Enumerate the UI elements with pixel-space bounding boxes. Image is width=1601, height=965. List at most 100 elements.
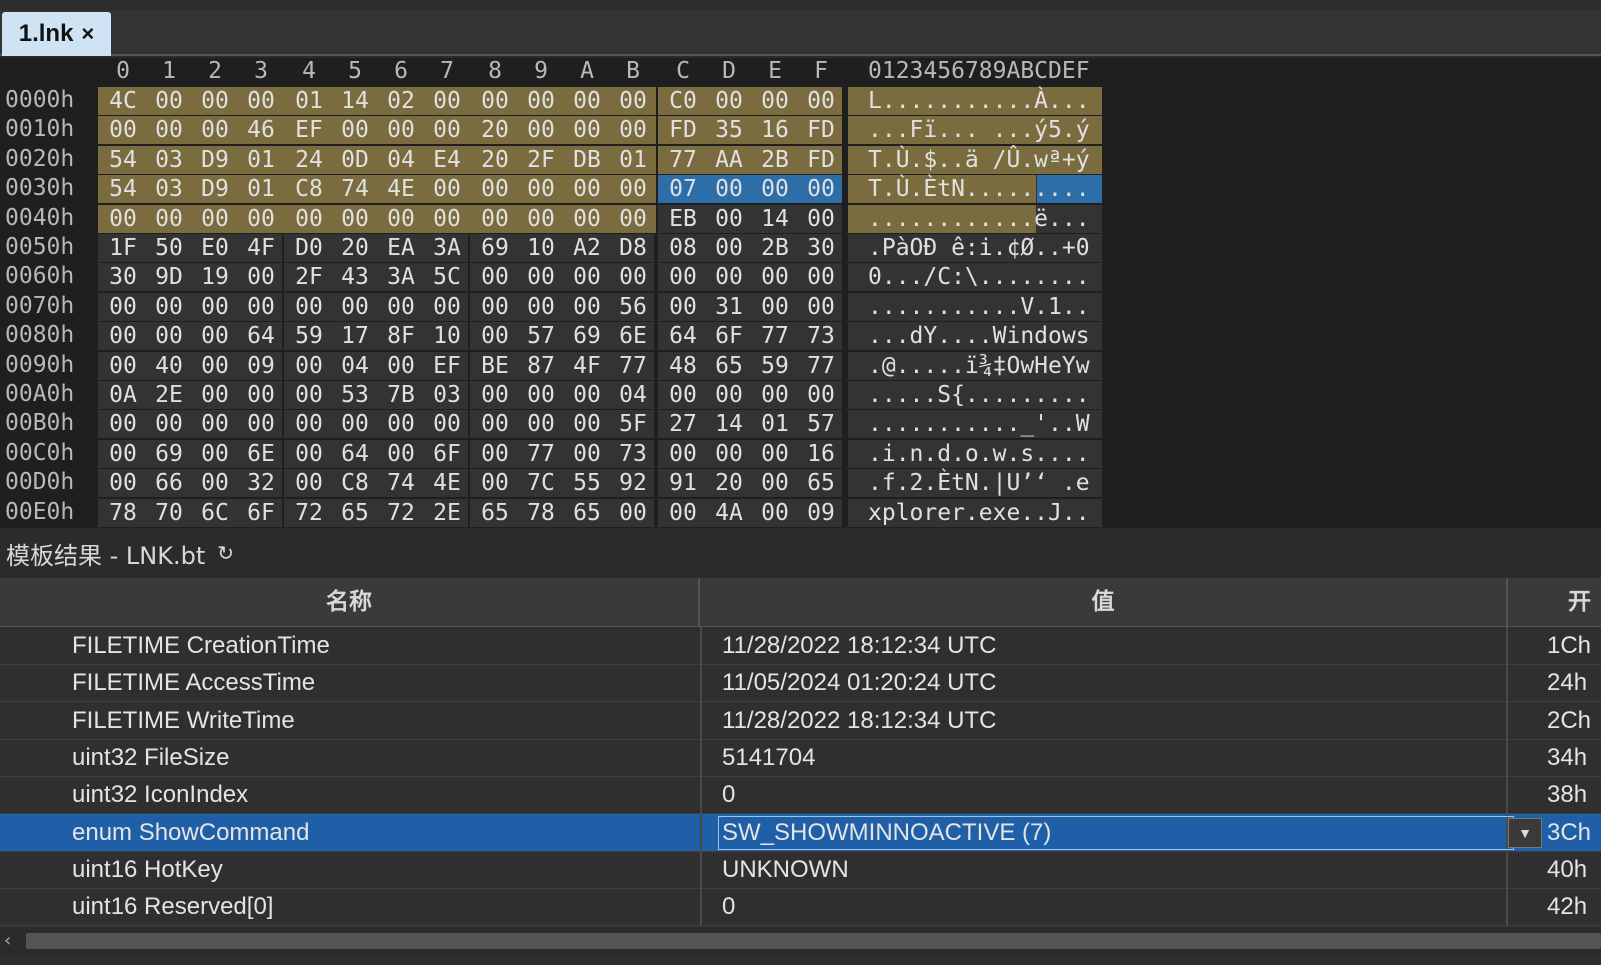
hex-byte[interactable]: 00 xyxy=(752,175,798,203)
hex-byte[interactable]: 00 xyxy=(238,293,284,321)
hex-byte[interactable]: 00 xyxy=(424,410,470,438)
hex-byte[interactable]: 00 xyxy=(564,116,610,144)
hex-byte[interactable]: 87 xyxy=(518,352,564,380)
hex-byte[interactable]: 00 xyxy=(378,293,424,321)
hex-byte[interactable]: 57 xyxy=(518,322,564,350)
hex-byte[interactable]: 00 xyxy=(660,440,706,468)
hex-byte[interactable]: 20 xyxy=(706,469,752,497)
hex-byte[interactable]: 00 xyxy=(424,87,470,115)
hex-byte[interactable]: 27 xyxy=(660,410,706,438)
hex-byte[interactable]: 40 xyxy=(146,352,192,380)
hex-byte[interactable]: 65 xyxy=(706,352,752,380)
hex-editor[interactable]: 0123456789ABCDEF 0123456789ABCDEF 0000h 4… xyxy=(0,58,1601,528)
hex-byte[interactable]: 00 xyxy=(424,175,470,203)
hex-byte[interactable]: 7B xyxy=(378,381,424,409)
hex-byte[interactable]: 77 xyxy=(518,440,564,468)
hex-byte[interactable]: 00 xyxy=(472,175,518,203)
hex-byte[interactable]: 00 xyxy=(238,410,284,438)
hex-byte[interactable]: 00 xyxy=(238,87,284,115)
hex-byte[interactable]: 55 xyxy=(564,469,610,497)
hex-byte[interactable]: 00 xyxy=(752,440,798,468)
hex-byte[interactable]: 00 xyxy=(192,352,238,380)
column-header-start[interactable]: 开 xyxy=(1508,578,1601,626)
scrollbar-thumb[interactable] xyxy=(26,933,1601,949)
hex-byte[interactable]: 32 xyxy=(238,469,284,497)
hex-byte[interactable]: 00 xyxy=(100,440,146,468)
hex-byte[interactable]: 19 xyxy=(192,263,238,291)
hex-byte[interactable]: 14 xyxy=(752,205,798,233)
hex-byte[interactable]: 73 xyxy=(798,322,844,350)
hex-byte[interactable]: 00 xyxy=(472,205,518,233)
hex-byte[interactable]: 09 xyxy=(238,352,284,380)
hex-byte[interactable]: 35 xyxy=(706,116,752,144)
hex-byte[interactable]: E4 xyxy=(424,146,470,174)
hex-byte[interactable]: 00 xyxy=(564,440,610,468)
hex-byte[interactable]: 8F xyxy=(378,322,424,350)
hex-byte[interactable]: 00 xyxy=(100,322,146,350)
hex-byte[interactable]: 00 xyxy=(286,440,332,468)
hex-byte[interactable]: 00 xyxy=(378,116,424,144)
hex-byte[interactable]: 64 xyxy=(660,322,706,350)
hex-byte[interactable]: 00 xyxy=(192,116,238,144)
ascii-text[interactable]: ..........._'..W xyxy=(868,410,1130,438)
hex-byte[interactable]: 14 xyxy=(332,87,378,115)
hex-byte[interactable]: 01 xyxy=(286,87,332,115)
hex-byte[interactable]: 00 xyxy=(472,322,518,350)
hex-byte[interactable]: 59 xyxy=(752,352,798,380)
hex-byte[interactable]: 00 xyxy=(660,499,706,527)
hex-byte[interactable]: 00 xyxy=(610,116,656,144)
hex-byte[interactable]: 00 xyxy=(518,263,564,291)
hex-byte[interactable]: 3A xyxy=(424,234,470,262)
hex-byte[interactable]: 00 xyxy=(100,205,146,233)
hex-byte[interactable]: 10 xyxy=(518,234,564,262)
hex-byte[interactable]: 91 xyxy=(660,469,706,497)
hex-byte[interactable]: 7C xyxy=(518,469,564,497)
hex-byte[interactable]: 00 xyxy=(564,381,610,409)
hex-byte[interactable]: 00 xyxy=(610,499,656,527)
hex-byte[interactable]: 00 xyxy=(286,352,332,380)
hex-byte[interactable]: 03 xyxy=(146,175,192,203)
hex-byte[interactable]: 00 xyxy=(332,293,378,321)
ascii-text[interactable]: ...Fï... ...ý5.ý xyxy=(868,116,1130,144)
scroll-left-icon[interactable]: ‹ xyxy=(4,930,11,951)
hex-byte[interactable]: 00 xyxy=(238,381,284,409)
hex-byte[interactable]: 30 xyxy=(100,263,146,291)
hex-byte[interactable]: 00 xyxy=(378,205,424,233)
hex-byte[interactable]: 00 xyxy=(798,293,844,321)
hex-byte[interactable]: 20 xyxy=(472,116,518,144)
hex-byte[interactable]: 00 xyxy=(610,87,656,115)
table-row[interactable]: uint32 FileSize 5141704 34h xyxy=(0,738,1601,777)
hex-byte[interactable]: 6F xyxy=(238,499,284,527)
hex-byte[interactable]: 00 xyxy=(146,322,192,350)
hex-byte[interactable]: 16 xyxy=(798,440,844,468)
hex-byte[interactable]: 00 xyxy=(798,205,844,233)
hex-byte[interactable]: 54 xyxy=(100,146,146,174)
column-header-value[interactable]: 值 xyxy=(700,578,1508,626)
hex-byte[interactable]: 03 xyxy=(146,146,192,174)
hex-byte[interactable]: EF xyxy=(286,116,332,144)
hex-byte[interactable]: 6C xyxy=(192,499,238,527)
hex-byte[interactable]: 43 xyxy=(332,263,378,291)
hex-byte[interactable]: 00 xyxy=(146,410,192,438)
hex-byte[interactable]: 00 xyxy=(752,469,798,497)
hex-byte[interactable]: 20 xyxy=(472,146,518,174)
ascii-text[interactable]: xplorer.exe..J.. xyxy=(868,499,1130,527)
hex-byte[interactable]: 00 xyxy=(518,175,564,203)
hex-byte[interactable]: 00 xyxy=(192,410,238,438)
hex-byte[interactable]: 00 xyxy=(100,410,146,438)
hex-byte[interactable]: 00 xyxy=(238,205,284,233)
hex-byte[interactable]: A2 xyxy=(564,234,610,262)
hex-byte[interactable]: 3A xyxy=(378,263,424,291)
hex-byte[interactable]: 00 xyxy=(660,293,706,321)
hex-byte[interactable]: 00 xyxy=(564,410,610,438)
hex-byte[interactable]: 6E xyxy=(238,440,284,468)
ascii-text[interactable]: T.Ù.ÈtN......... xyxy=(868,175,1130,203)
hex-byte[interactable]: 00 xyxy=(100,352,146,380)
hex-byte[interactable]: 14 xyxy=(706,410,752,438)
hex-byte[interactable]: 00 xyxy=(660,381,706,409)
hex-byte[interactable]: D0 xyxy=(286,234,332,262)
hex-byte[interactable]: 00 xyxy=(286,205,332,233)
hex-byte[interactable]: 1F xyxy=(100,234,146,262)
hex-byte[interactable]: 70 xyxy=(146,499,192,527)
hex-byte[interactable]: 9D xyxy=(146,263,192,291)
